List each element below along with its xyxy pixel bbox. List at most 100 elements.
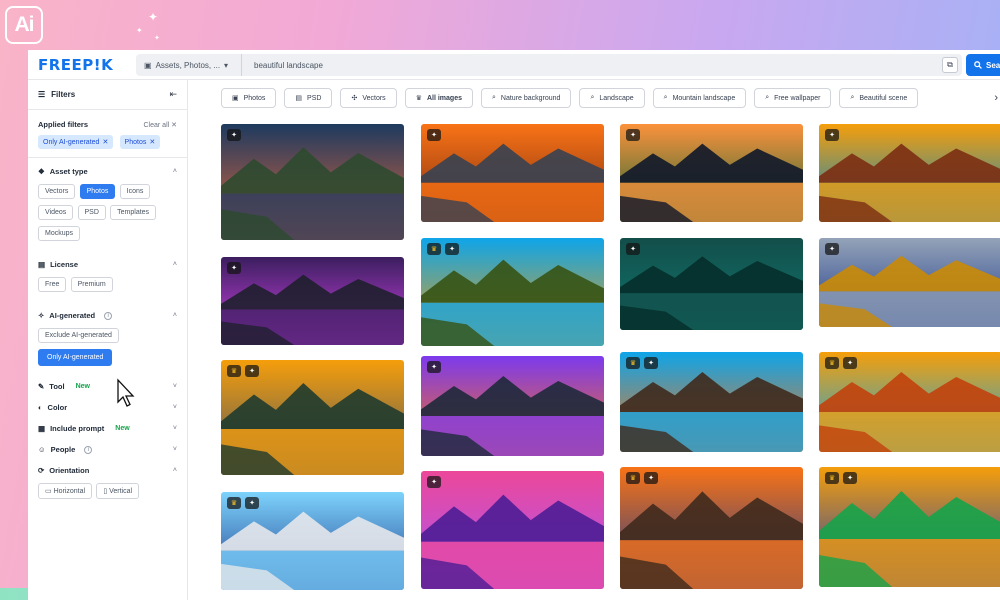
premium-crown-icon: ♛ [825, 472, 839, 484]
image-result[interactable]: ✦ [221, 257, 404, 345]
people-group[interactable]: ☺ People i ˅ [28, 445, 187, 466]
ai-generated-icon: ✦ [427, 361, 441, 373]
collapse-sidebar-icon[interactable]: ⇤ [169, 89, 177, 100]
ai-generated-icon: ✦ [644, 357, 658, 369]
tag-0[interactable]: ▣ Photos [221, 88, 277, 108]
asset-psd[interactable]: PSD [77, 205, 106, 220]
asset-type-value: Assets, Photos, ... [155, 60, 221, 70]
search-icon [974, 61, 982, 69]
tool-icon: ✎ [38, 382, 45, 391]
image-result[interactable]: ✦ [819, 124, 1000, 222]
orientation-horizontal[interactable]: ▭ Horizontal [38, 483, 93, 499]
license-premium[interactable]: Premium [70, 277, 113, 292]
asset-type-dropdown[interactable]: ▣ Assets, Photos, ... ▾ [136, 54, 242, 76]
sparkle-icon: ✦ [148, 10, 159, 24]
tag-1[interactable]: ▤ PSD [284, 88, 333, 108]
image-result[interactable]: ✦ [819, 238, 1000, 327]
tag-5[interactable]: ⌕ Landscape [579, 88, 645, 108]
ai-generated-icon: ✦ [245, 497, 259, 509]
image-result[interactable]: ♛ ✦ [221, 492, 404, 590]
only-ai-option[interactable]: Only AI-generated [38, 349, 113, 366]
asset-templates[interactable]: Templates [110, 205, 157, 220]
image-result[interactable]: ♛ ✦ [221, 360, 404, 475]
ai-generated-icon: ✦ [427, 129, 441, 141]
landscape-image [221, 257, 404, 345]
ai-generated-icon: ✦ [644, 472, 658, 484]
search-button-label: Sea [986, 60, 1000, 70]
image-result[interactable]: ♛ ✦ [620, 352, 803, 452]
ai-generated-icon: ✦ [843, 357, 857, 369]
chevron-up-icon: ˄ [172, 261, 177, 268]
applied-chip-photos[interactable]: Photos ✕ [119, 135, 161, 149]
premium-crown-icon: ♛ [227, 497, 241, 509]
freepik-logo[interactable]: FREEP!K [38, 56, 113, 74]
shapes-icon: ❖ [38, 167, 45, 176]
filters-header: ☰ Filters ⇤ [28, 80, 187, 110]
tag-label: PSD [307, 94, 322, 102]
chevron-up-icon: ˄ [172, 168, 177, 175]
header: FREEP!K ▣ Assets, Photos, ... ▾ ✕ ⧉ Sea [28, 50, 1000, 80]
orientation-vertical[interactable]: ▯ Vertical [96, 483, 140, 499]
image-result[interactable]: ✦ [421, 356, 604, 456]
search-button[interactable]: Sea [966, 54, 1000, 76]
sparkle-icon: ✦ [136, 26, 143, 35]
premium-crown-icon: ♛ [626, 472, 640, 484]
asset-photos[interactable]: Photos [79, 184, 116, 199]
vector-icon: ✣ [351, 95, 358, 102]
ai-generated-group: ✧ AI-generated i ˄ Exclude AI-generated On… [28, 302, 187, 376]
image-result[interactable]: ♛ ✦ [421, 238, 604, 346]
remove-chip-icon: ✕ [102, 139, 109, 146]
tag-7[interactable]: ⌕ Free wallpaper [754, 88, 832, 108]
license-toggle[interactable]: ▤ License ˄ [38, 260, 177, 269]
image-result[interactable]: ✦ [421, 471, 604, 589]
tag-label: Photos [243, 94, 266, 102]
image-result[interactable]: ✦ [421, 124, 604, 222]
ai-generated-toggle[interactable]: ✧ AI-generated i ˄ [38, 311, 177, 320]
tool-group[interactable]: ✎ Tool New ˅ [28, 376, 187, 403]
tag-6[interactable]: ⌕ Mountain landscape [652, 88, 747, 108]
image-result[interactable]: ♛ ✦ [819, 467, 1000, 587]
related-tags-bar: ▣ Photos ▤ PSD ✣ Vectors ♛ All images ⌕ Nature ba… [188, 80, 1000, 116]
include-prompt-group[interactable]: ▦ Include prompt New ˅ [28, 424, 187, 445]
tag-label: Nature background [500, 94, 561, 102]
ai-generated-icon: ✦ [445, 243, 459, 255]
search-icon: ⌕ [663, 94, 668, 101]
image-result[interactable]: ♛ ✦ [819, 352, 1000, 452]
tag-4[interactable]: ⌕ Nature background [480, 88, 572, 108]
color-group[interactable]: ◐ Color ˅ [28, 403, 187, 424]
applied-chip-ai[interactable]: Only AI-generated ✕ [38, 135, 114, 149]
clear-all-button[interactable]: Clear all ✕ [144, 121, 178, 129]
tag-label: Beautiful scene [859, 94, 908, 102]
premium-crown-icon: ♛ [626, 357, 640, 369]
search-icon: ⌕ [850, 94, 855, 101]
tag-2[interactable]: ✣ Vectors [340, 88, 397, 108]
ai-badge-logo: Ai [5, 6, 43, 44]
tag-8[interactable]: ⌕ Beautiful scene [839, 88, 919, 108]
ai-generated-icon: ✦ [245, 365, 259, 377]
orientation-toggle[interactable]: ⟳ Orientation ˄ [38, 466, 177, 475]
chevron-right-icon[interactable]: › [994, 92, 998, 104]
image-result[interactable]: ✦ [620, 124, 803, 222]
search-bar: ▣ Assets, Photos, ... ▾ ✕ [136, 54, 962, 76]
asset-videos[interactable]: Videos [38, 205, 74, 220]
new-badge: New [75, 383, 90, 390]
asset-icons[interactable]: Icons [119, 184, 151, 199]
image-result[interactable]: ✦ [620, 238, 803, 330]
ai-generated-icon: ✦ [825, 243, 839, 255]
ai-generated-icon: ✦ [626, 243, 640, 255]
tag-label: Mountain landscape [672, 94, 736, 102]
chevron-down-icon: ˅ [172, 425, 177, 432]
premium-crown-icon: ♛ [825, 357, 839, 369]
exclude-ai-option[interactable]: Exclude AI-generated [38, 328, 119, 343]
image-result[interactable]: ✦ [221, 124, 404, 240]
license-free[interactable]: Free [38, 277, 67, 292]
asset-vectors[interactable]: Vectors [38, 184, 76, 199]
image-result[interactable]: ♛ ✦ [620, 467, 803, 589]
tag-3[interactable]: ♛ All images [404, 88, 473, 108]
asset-type-group: ❖ Asset type ˄ Vectors Photos Icons Video… [28, 158, 187, 251]
search-input[interactable] [254, 60, 943, 70]
asset-type-toggle[interactable]: ❖ Asset type ˄ [38, 167, 177, 176]
image-search-icon[interactable]: ⧉ [942, 57, 958, 73]
search-icon: ⌕ [590, 94, 595, 101]
asset-mockups[interactable]: Mockups [38, 226, 81, 241]
